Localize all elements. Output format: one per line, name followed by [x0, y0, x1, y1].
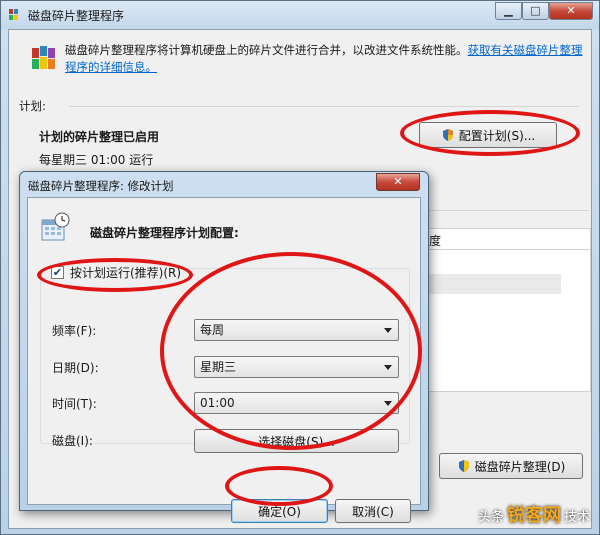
section-divider	[69, 106, 579, 107]
maximize-button[interactable]: □	[522, 2, 549, 20]
description-text: 磁盘碎片整理程序将计算机硬盘上的碎片文件进行合并，以改进文件系统性能。获取有关磁…	[65, 42, 585, 76]
defrag-app-icon	[9, 9, 18, 20]
schedule-section-label: 计划:	[19, 99, 46, 113]
dialog-title: 磁盘碎片整理程序: 修改计划	[28, 179, 174, 193]
frequency-label: 频率(F):	[52, 324, 97, 338]
description: 磁盘碎片整理程序将计算机硬盘上的碎片文件进行合并，以改进文件系统性能。	[65, 43, 468, 57]
disk-status-list[interactable]	[420, 250, 591, 392]
time-value: 01:00	[200, 396, 235, 410]
time-label: 时间(T):	[52, 397, 97, 411]
schedule-time: 每星期三 01:00 运行	[39, 153, 154, 167]
watermark-suffix: 技术	[563, 510, 590, 525]
main-titlebar[interactable]: 磁盘碎片整理程序 ▁ □ ✕	[1, 1, 599, 29]
run-on-schedule-label: 按计划运行(推荐)(R)	[70, 266, 182, 280]
uac-shield-icon	[458, 460, 469, 472]
configure-schedule-button[interactable]: 配置计划(S)...	[419, 122, 557, 148]
list-item[interactable]	[421, 274, 561, 294]
status-column-label: 度	[429, 234, 442, 248]
watermark-logo: 锐客网	[506, 505, 561, 526]
ok-button[interactable]: 确定(O)	[231, 499, 328, 523]
run-on-schedule-checkbox[interactable]: ✔ 按计划运行(推荐)(R)	[51, 264, 186, 281]
modify-schedule-dialog: 磁盘碎片整理程序: 修改计划 ✕ 磁盘碎片整理程序计划配置: ✔ 按计划运行(推…	[19, 171, 429, 523]
close-button[interactable]: ✕	[549, 2, 593, 20]
disk-label: 磁盘(I):	[52, 434, 93, 448]
dialog-heading: 磁盘碎片整理程序计划配置:	[90, 226, 239, 240]
defrag-large-icon	[32, 46, 55, 69]
configure-schedule-label: 配置计划(S)...	[458, 128, 536, 143]
status-column-header[interactable]: 度	[420, 228, 591, 250]
minimize-button[interactable]: ▁	[495, 2, 522, 20]
day-value: 星期三	[200, 360, 237, 374]
dialog-client-area: 磁盘碎片整理程序计划配置: ✔ 按计划运行(推荐)(R) 频率(F): 每周 日…	[27, 197, 421, 523]
checkbox-checked-icon[interactable]: ✔	[51, 266, 64, 279]
defragment-disk-button[interactable]: 磁盘碎片整理(D)	[439, 453, 583, 479]
section-divider-2	[419, 210, 589, 211]
defragment-disk-label: 磁盘碎片整理(D)	[474, 459, 566, 474]
window-controls: ▁ □ ✕	[495, 2, 593, 20]
chevron-down-icon	[384, 365, 392, 370]
chevron-down-icon	[384, 328, 392, 333]
calendar-clock-icon	[41, 212, 70, 241]
uac-shield-icon	[442, 129, 453, 141]
frequency-select[interactable]: 每周	[194, 319, 399, 341]
watermark: 头条 锐客网 技术	[478, 501, 590, 527]
schedule-status: 计划的碎片整理已启用	[39, 130, 160, 144]
frequency-value: 每周	[200, 323, 225, 337]
watermark-prefix: 头条	[477, 510, 504, 525]
day-label: 日期(D):	[52, 361, 99, 375]
time-select[interactable]: 01:00	[194, 392, 399, 414]
day-select[interactable]: 星期三	[194, 356, 399, 378]
chevron-down-icon	[384, 401, 392, 406]
dialog-close-button[interactable]: ✕	[376, 173, 420, 191]
cancel-button[interactable]: 取消(C)	[335, 499, 411, 523]
select-disk-button[interactable]: 选择磁盘(S)...	[194, 429, 399, 453]
main-window-title: 磁盘碎片整理程序	[28, 9, 125, 23]
